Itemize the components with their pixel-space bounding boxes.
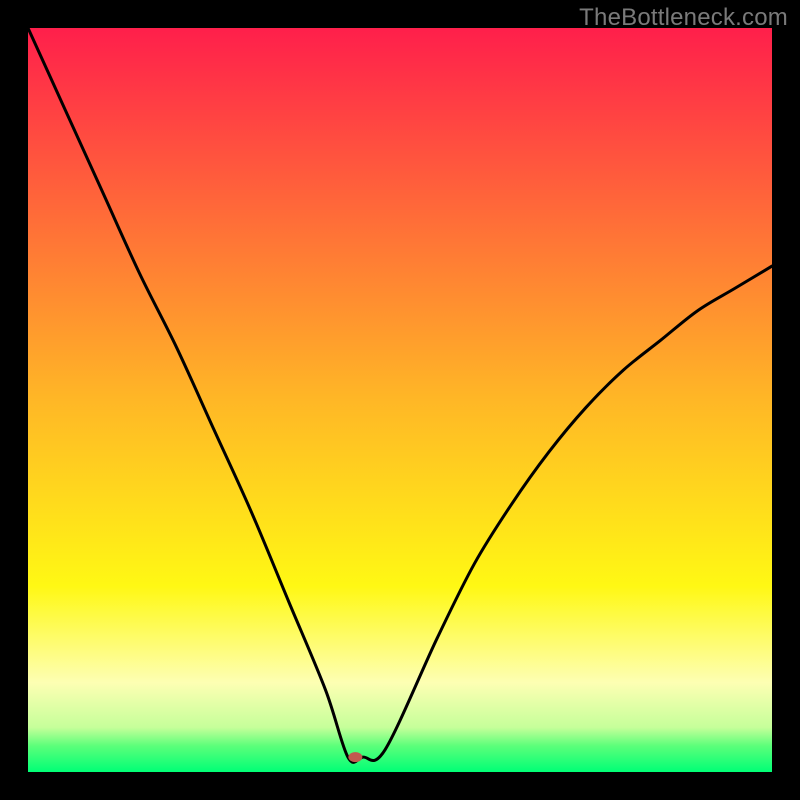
bottleneck-chart bbox=[28, 28, 772, 772]
watermark-text: TheBottleneck.com bbox=[579, 4, 788, 32]
plot-area bbox=[28, 28, 772, 772]
optimal-point-marker bbox=[348, 752, 362, 762]
chart-frame: TheBottleneck.com bbox=[0, 0, 800, 800]
gradient-background bbox=[28, 28, 772, 772]
